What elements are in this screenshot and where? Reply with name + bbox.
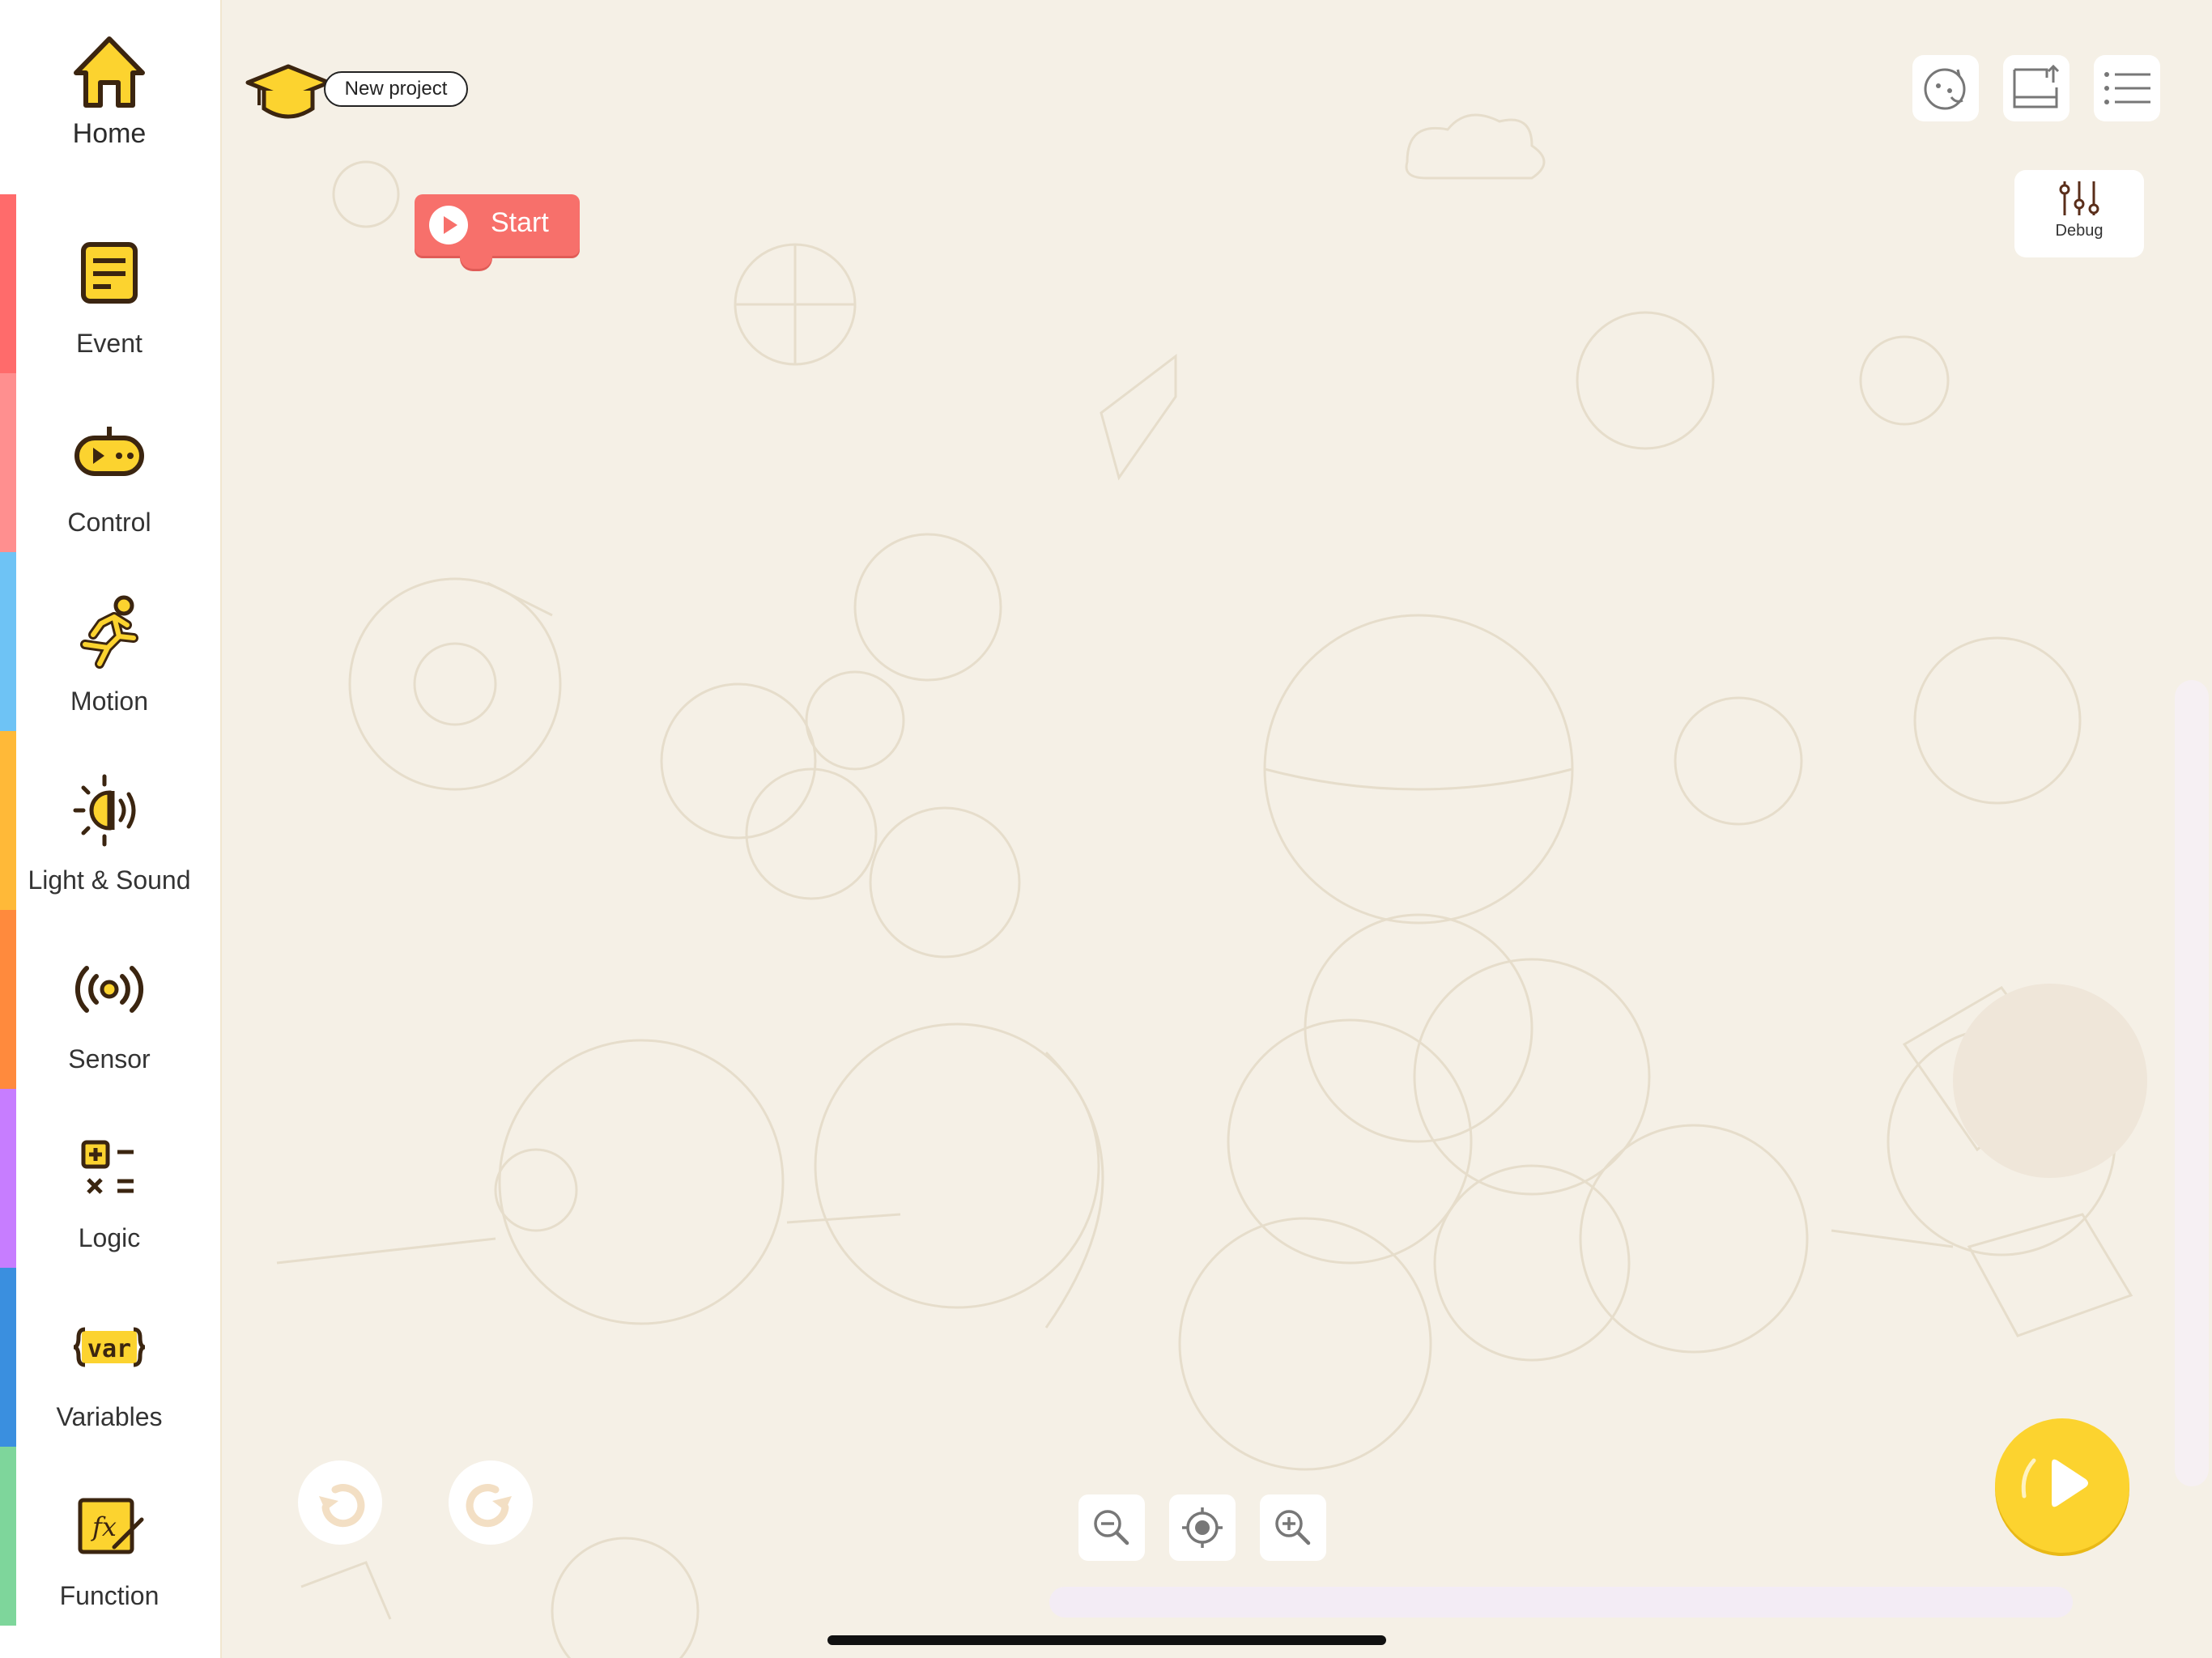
project-name-badge[interactable]: New project [243,55,470,136]
sensor-signal-icon [74,966,144,1013]
category-event[interactable]: Event [0,194,219,373]
category-sidebar: Home Event Control Motion Light & Sound … [0,0,222,1658]
sliders-icon [2059,181,2099,215]
debug-label: Debug [2055,222,2104,240]
start-block-label: Start [491,207,549,238]
category-label: Control [67,508,151,537]
redo-button[interactable] [449,1460,533,1545]
redo-icon [466,1484,512,1528]
zoom-in-icon [1275,1510,1311,1545]
menu-button[interactable] [2094,55,2160,121]
category-label: Event [76,329,143,358]
home-button[interactable]: Home [0,0,219,194]
save-export-button[interactable] [2003,55,2069,121]
zoom-out-button[interactable] [1078,1494,1145,1561]
gamepad-icon [74,427,144,476]
zoom-in-button[interactable] [1260,1494,1326,1561]
debug-button[interactable]: Debug [2014,170,2144,257]
category-label: Function [59,1581,160,1610]
function-fx-icon: fx [78,1498,144,1554]
play-icon [2021,1458,2088,1507]
category-label: Variables [56,1402,163,1431]
center-canvas-button[interactable] [1169,1494,1236,1561]
category-light-sound[interactable]: Light & Sound [0,731,219,910]
category-motion[interactable]: Motion [0,552,219,731]
category-variables[interactable]: var Variables [0,1268,219,1447]
category-label: Sensor [68,1044,151,1073]
light-sound-icon [73,774,136,847]
category-label: Light & Sound [28,865,191,895]
home-label: Home [72,118,147,149]
undo-button[interactable] [298,1460,382,1545]
save-export-icon [2013,64,2060,108]
category-logic[interactable]: Logic [0,1089,219,1268]
start-event-block[interactable]: Start [415,194,580,269]
running-figure-icon [80,595,138,669]
center-target-icon [1182,1507,1223,1548]
math-operators-icon [81,1140,134,1194]
menu-list-icon [2104,72,2150,104]
category-control[interactable]: Control [0,373,219,552]
face-sync-button[interactable] [1912,55,1979,121]
category-label: Logic [78,1223,141,1252]
horizontal-scrollbar[interactable] [1049,1587,2073,1618]
home-icon [74,36,145,108]
var-icon: var [73,1327,146,1367]
project-name: New project [324,71,468,107]
category-function[interactable]: fx Function [0,1447,219,1626]
run-program-button[interactable] [1995,1418,2129,1553]
undo-icon [319,1484,365,1528]
face-sync-icon [1924,68,1966,110]
svg-text:fx: fx [91,1511,117,1542]
zoom-out-icon [1094,1510,1129,1545]
home-indicator [827,1635,1386,1645]
code-canvas[interactable]: New project Start [220,0,2212,1658]
category-sensor[interactable]: Sensor [0,910,219,1089]
play-circle-icon [429,206,468,244]
category-label: Motion [70,687,149,716]
vertical-scrollbar[interactable] [2175,680,2209,1486]
svg-text:var: var [87,1335,131,1363]
note-icon [81,242,138,304]
graduation-cap-icon [245,64,331,119]
